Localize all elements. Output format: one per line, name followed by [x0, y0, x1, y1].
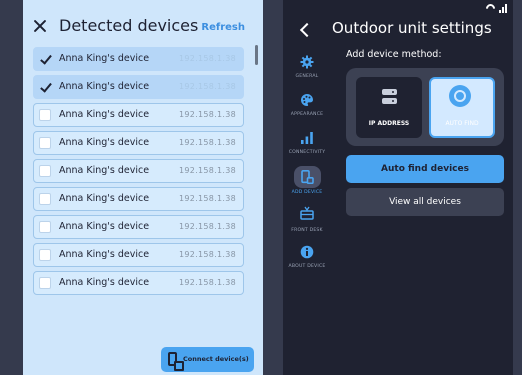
device-ip: 192.158.1.38 [178, 138, 236, 147]
device-ip: 192.158.1.38 [178, 54, 236, 63]
view-all-devices-button[interactable]: View all devices [346, 188, 504, 216]
auto-find-devices-button[interactable]: Auto find devices [346, 155, 504, 183]
refresh-button[interactable]: Refresh [201, 22, 245, 33]
device-checkbox[interactable] [39, 109, 51, 121]
device-checkbox[interactable] [39, 249, 51, 261]
list-item[interactable]: Anna King's device 192.158.1.38 [33, 159, 244, 183]
nav-label-general: GENERAL [295, 74, 319, 79]
connect-devices-button[interactable]: Connect device(s) [161, 347, 254, 372]
list-item[interactable]: Anna King's device 192.158.1.38 [33, 131, 244, 155]
list-item[interactable]: Anna King's device 192.158.1.38 [33, 103, 244, 127]
page-title: Outdoor unit settings [332, 19, 492, 37]
device-ip: 192.158.1.38 [178, 278, 236, 287]
detected-devices-panel: Detected devices Refresh Anna King's dev… [23, 0, 263, 375]
method-option-ip-address-label: IP ADDRESS [368, 120, 410, 127]
device-name: Anna King's device [59, 53, 150, 64]
method-option-ip-address[interactable]: IP ADDRESS [356, 77, 422, 138]
device-name: Anna King's device [59, 137, 150, 148]
connect-devices-label: Connect device(s) [183, 355, 249, 363]
add-device-method-label: Add device method: [346, 49, 442, 60]
nav-label-front-desk: FRONT DESK [291, 228, 323, 233]
device-checkbox[interactable] [39, 221, 51, 233]
connect-device-icon [168, 352, 184, 371]
cellular-signal-icon [499, 4, 507, 13]
info-icon [300, 245, 314, 259]
signal-bars-icon [301, 132, 313, 144]
device-name: Anna King's device [59, 109, 150, 120]
device-ip: 192.158.1.38 [178, 82, 236, 91]
device-ip: 192.158.1.38 [178, 250, 236, 259]
device-checkbox[interactable] [39, 277, 51, 289]
method-option-auto-find-label: AUTO FIND [445, 120, 479, 127]
list-item[interactable]: Anna King's device 192.158.1.38 [33, 47, 244, 71]
method-option-auto-find[interactable]: AUTO FIND [429, 77, 495, 138]
nav-label-add-device: ADD DEVICE [291, 190, 323, 195]
device-name: Anna King's device [59, 249, 150, 260]
nav-label-appearance: APPEARANCE [290, 112, 324, 117]
list-item[interactable]: Anna King's device 192.158.1.38 [33, 75, 244, 99]
wifi-icon [486, 4, 497, 13]
front-desk-icon [300, 206, 314, 220]
device-ip: 192.158.1.38 [178, 222, 236, 231]
close-icon[interactable] [33, 19, 47, 33]
nav-label-connectivity: CONNECTIVITY [288, 150, 326, 155]
add-device-icon [301, 170, 314, 184]
device-name: Anna King's device [59, 81, 150, 92]
detected-devices-header: Detected devices Refresh [23, 0, 263, 52]
device-name: Anna King's device [59, 221, 150, 232]
palette-icon [301, 94, 313, 106]
gear-icon [300, 55, 314, 69]
list-item[interactable]: Anna King's device 192.158.1.38 [33, 187, 244, 211]
device-checkbox[interactable] [39, 165, 51, 177]
server-icon [382, 89, 397, 105]
device-checkbox[interactable] [39, 193, 51, 205]
back-icon[interactable] [299, 22, 315, 38]
device-name: Anna King's device [59, 165, 150, 176]
device-ip: 192.158.1.38 [178, 110, 236, 119]
detected-devices-title: Detected devices [59, 16, 199, 35]
view-all-devices-label: View all devices [389, 197, 461, 207]
list-item[interactable]: Anna King's device 192.158.1.38 [33, 215, 244, 239]
list-scrollbar[interactable] [255, 45, 258, 65]
device-checkbox[interactable] [39, 53, 51, 65]
method-selector: IP ADDRESS AUTO FIND [346, 68, 504, 146]
device-name: Anna King's device [59, 277, 150, 288]
device-checkbox[interactable] [39, 137, 51, 149]
auto-find-devices-label: Auto find devices [381, 164, 469, 174]
target-icon [449, 85, 471, 107]
list-item[interactable]: Anna King's device 192.158.1.38 [33, 271, 244, 295]
nav-label-about-device: ABOUT DEVICE [288, 264, 326, 269]
device-list: Anna King's device 192.158.1.38 Anna King'… [33, 47, 244, 299]
list-item[interactable]: Anna King's device 192.158.1.38 [33, 243, 244, 267]
device-ip: 192.158.1.38 [178, 166, 236, 175]
device-ip: 192.158.1.38 [178, 194, 236, 203]
outdoor-unit-settings-panel: Outdoor unit settings GENERAL APPEARANCE… [283, 0, 513, 375]
device-name: Anna King's device [59, 193, 150, 204]
device-checkbox[interactable] [39, 81, 51, 93]
